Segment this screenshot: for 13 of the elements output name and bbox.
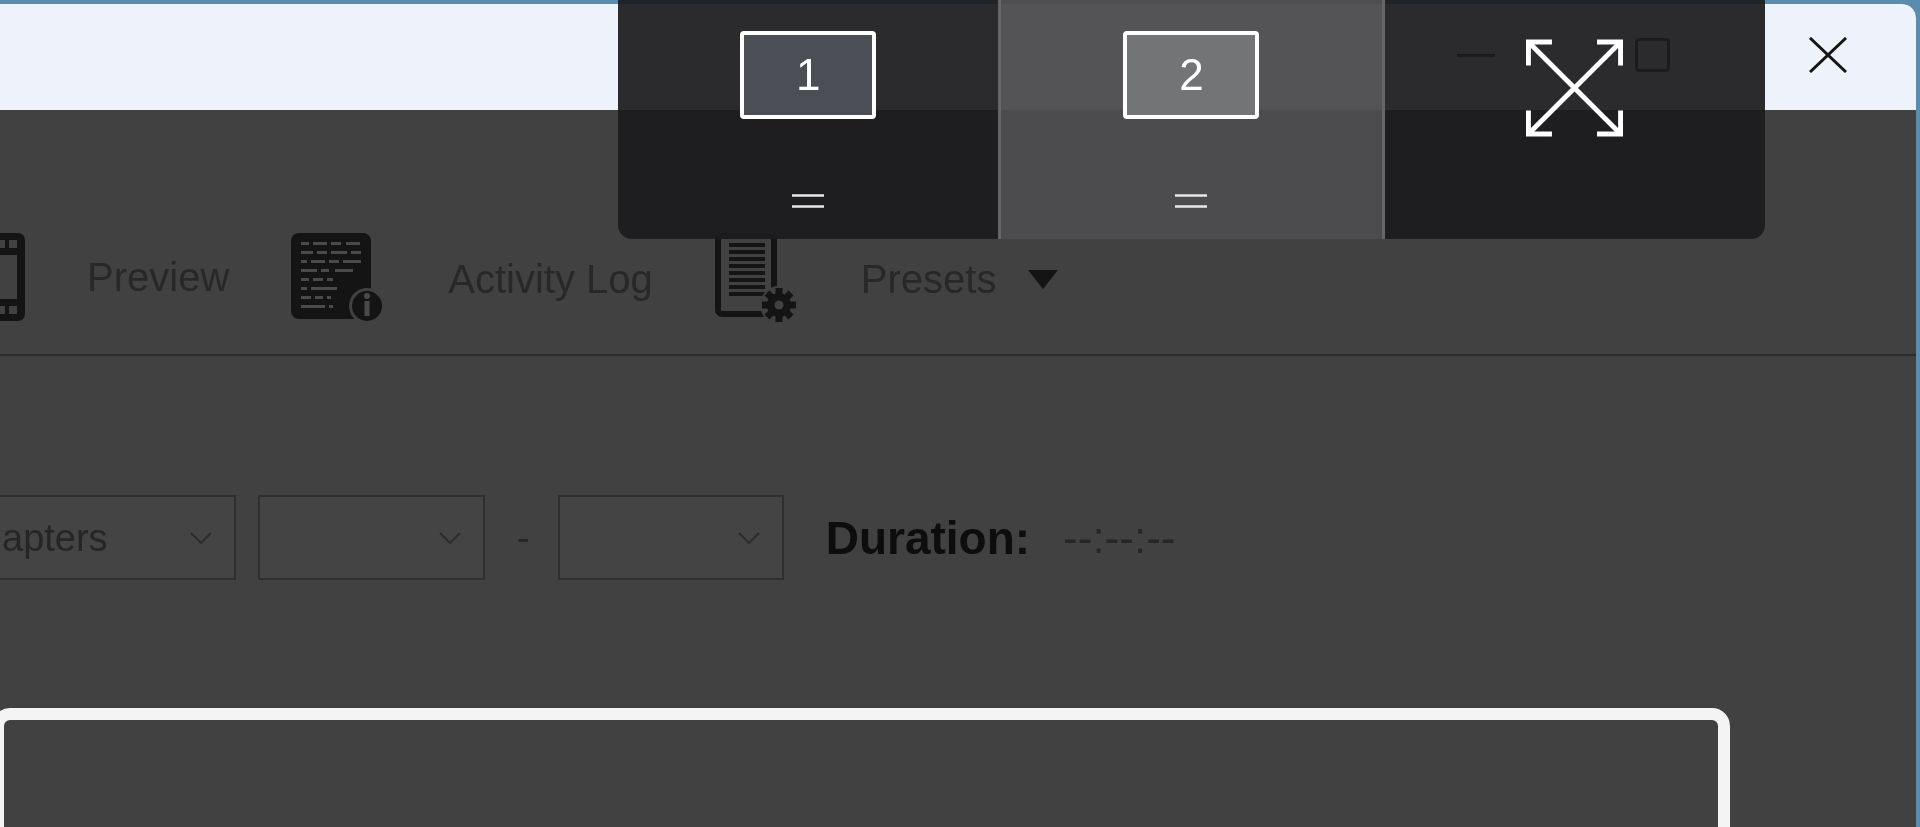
display-tile: 1 <box>740 31 877 119</box>
grip-lines-icon <box>792 194 825 208</box>
range-separator: - <box>517 518 530 557</box>
close-icon <box>1809 37 1847 73</box>
chevron-down-icon <box>190 531 212 544</box>
chevron-down-icon <box>439 531 461 544</box>
start-dropdown[interactable] <box>258 495 485 580</box>
expand-arrows-icon <box>1525 39 1625 137</box>
chevron-down-icon <box>737 531 760 544</box>
duration-value: --:--:-- <box>1063 515 1176 560</box>
display-tile: 2 <box>1123 31 1260 119</box>
display-snap-zone[interactable]: 2 <box>998 0 1385 239</box>
grip-lines-icon <box>1175 194 1208 208</box>
